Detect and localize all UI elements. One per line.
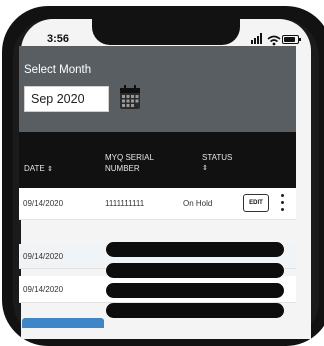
sort-icon: ⇕ <box>46 166 53 173</box>
wifi-icon <box>267 33 281 46</box>
status-icons <box>251 33 301 46</box>
table-row[interactable]: 09/14/2020 1111111111 On Hold EDIT <box>19 188 296 220</box>
month-selector-header: Select Month Sep 2020 <box>19 46 296 132</box>
status-time: 3:56 <box>47 33 70 45</box>
month-input[interactable]: Sep 2020 <box>24 86 109 112</box>
row-date: 09/14/2020 <box>23 199 64 208</box>
column-header-status[interactable]: STATUS ⇕ <box>202 152 242 174</box>
row-status: On Hold <box>183 199 213 208</box>
column-header-date[interactable]: DATE ⇕ <box>24 163 53 175</box>
edit-button[interactable]: EDIT <box>243 194 269 212</box>
sort-icon: ⇕ <box>202 165 208 172</box>
redaction-bar <box>106 303 284 318</box>
row-date: 09/14/2020 <box>23 285 64 294</box>
kebab-icon[interactable] <box>281 194 285 212</box>
redaction-bar <box>106 263 284 278</box>
notch <box>92 19 240 45</box>
select-month-label: Select Month <box>24 64 92 76</box>
redaction-bar <box>106 283 284 298</box>
table-header: DATE ⇕ MYQ SERIAL NUMBER STATUS ⇕ <box>19 132 296 188</box>
calendar-icon[interactable] <box>119 84 141 110</box>
row-serial: 1111111111 <box>105 199 145 208</box>
signal-icon <box>251 33 265 44</box>
battery-icon <box>282 35 301 44</box>
column-header-serial: MYQ SERIAL NUMBER <box>105 153 154 173</box>
bottom-action-button[interactable] <box>22 318 104 328</box>
redaction-bar <box>106 242 284 257</box>
row-date: 09/14/2020 <box>23 252 64 261</box>
